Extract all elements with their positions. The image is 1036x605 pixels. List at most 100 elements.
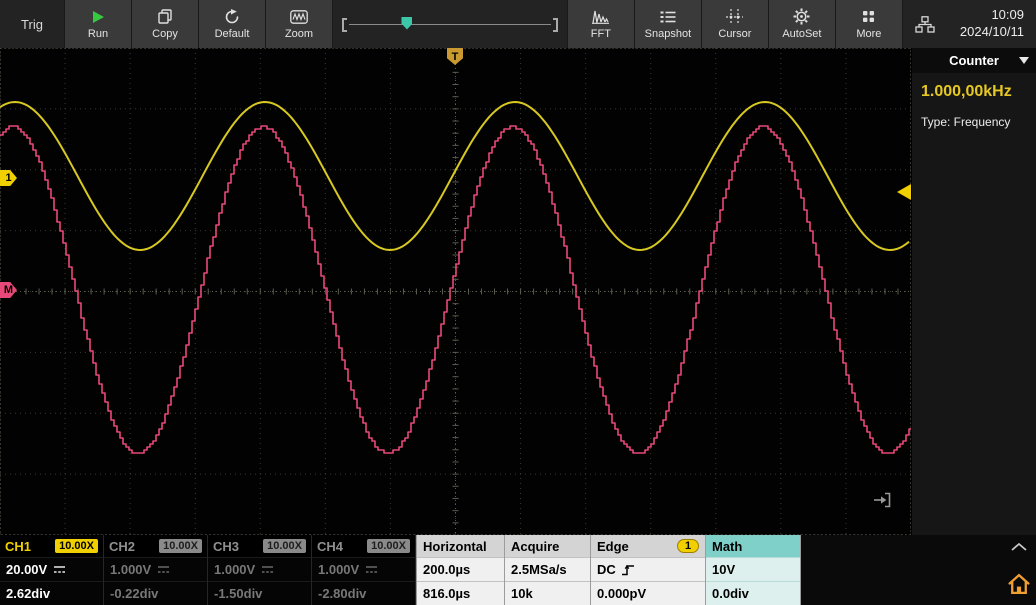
math-scale-value: 10V [706,557,800,581]
ch3-status-block[interactable]: CH3 10.00X 1.000V -1.50div [208,535,312,605]
counter-value: 1.000,00kHz [912,73,1036,101]
default-button[interactable]: Default [198,0,265,48]
autoset-gear-icon [793,8,810,25]
ch1-scale-row: 20.00V [0,557,103,581]
ch3-scale-row: 1.000V [208,557,311,581]
math-label: Math [706,535,800,557]
zoom-button[interactable]: Zoom [265,0,332,48]
ch3-offset-value: -1.50div [214,586,262,601]
trigger-type-label: Edge [597,539,629,554]
top-toolbar: Trig Run Copy Default Zoom [0,0,1036,48]
ch2-status-block[interactable]: CH2 10.00X 1.000V -0.22div [104,535,208,605]
ch3-header: CH3 10.00X [208,535,311,557]
horizontal-delay-value: 816.0µs [417,581,504,605]
status-bar: CH1 10.00X 20.00V 2.62div CH2 10.00X 1.0… [0,535,1036,605]
hpos-right-bracket [553,18,558,32]
date-text: 2024/10/11 [960,24,1024,41]
restore-default-icon [224,8,240,25]
chevron-down-icon [1019,57,1029,64]
ch1-label: CH1 [5,539,31,554]
trigger-level-value: 0.000pV [591,581,705,605]
horizontal-position-indicator[interactable] [332,0,567,48]
ch3-label: CH3 [213,539,239,554]
network-icon[interactable] [902,0,948,48]
ch4-probe-badge: 10.00X [367,539,410,553]
ch2-probe-badge: 10.00X [159,539,202,553]
ch1-probe-badge: 10.00X [55,539,98,553]
ch2-scale-value: 1.000V [110,562,151,577]
trigger-header: Edge 1 [591,535,705,557]
snapshot-list-icon [660,8,676,25]
zoom-label: Zoom [285,28,313,40]
oscilloscope-screen: Trig Run Copy Default Zoom [0,0,1036,605]
counter-header[interactable]: Counter [912,48,1036,73]
horizontal-label: Horizontal [417,535,504,557]
rising-edge-icon [621,564,635,576]
ch3-scale-value: 1.000V [214,562,255,577]
counter-panel: Counter 1.000,00kHz Type: Frequency [911,48,1036,535]
fft-label: FFT [591,28,611,40]
statusbar-corner [1002,535,1036,605]
cursor-label: Cursor [718,28,751,40]
dc-coupling-icon [157,565,170,574]
fft-button[interactable]: FFT [567,0,634,48]
math-status-block[interactable]: Math 10V 0.0div [705,535,801,605]
play-icon [92,8,105,25]
ch2-offset-row: -0.22div [104,581,207,605]
run-label: Run [88,28,108,40]
ch4-scale-row: 1.000V [312,557,415,581]
autoset-label: AutoSet [782,28,821,40]
copy-label: Copy [152,28,178,40]
ch1-scale-value: 20.00V [6,562,47,577]
timebase-value: 200.0µs [417,557,504,581]
snapshot-label: Snapshot [645,28,691,40]
trigger-position-slider[interactable] [401,17,412,30]
more-button[interactable]: More [835,0,902,48]
dc-coupling-icon [365,565,378,574]
copy-button[interactable]: Copy [131,0,198,48]
acquire-status-block[interactable]: Acquire 2.5MSa/s 10k [504,535,590,605]
ch1-header: CH1 10.00X [0,535,103,557]
more-grid-icon [861,8,876,25]
waveform-display[interactable]: T 1 M [0,48,911,535]
math-offset-value: 0.0div [706,581,800,605]
home-button[interactable] [1002,563,1036,605]
ch4-scale-value: 1.000V [318,562,359,577]
copy-icon [158,8,173,25]
trigger-source-badge: 1 [677,539,699,553]
fft-icon [592,8,609,25]
ch1-offset-value: 2.62div [6,586,50,601]
trigger-status-block[interactable]: Edge 1 DC 0.000pV [590,535,705,605]
ch4-label: CH4 [317,539,343,554]
counter-type: Type: Frequency [912,101,1036,129]
run-button[interactable]: Run [64,0,131,48]
ch1-status-block[interactable]: CH1 10.00X 20.00V 2.62div [0,535,104,605]
ch3-offset-row: -1.50div [208,581,311,605]
zoom-wave-icon [290,8,308,25]
dc-coupling-icon [53,565,66,574]
snapshot-button[interactable]: Snapshot [634,0,701,48]
cursor-button[interactable]: Cursor [701,0,768,48]
ch2-label: CH2 [109,539,135,554]
trig-status-label: Trig [0,0,64,48]
counter-title: Counter [949,53,999,68]
horizontal-status-block[interactable]: Horizontal 200.0µs 816.0µs [416,535,504,605]
ch2-header: CH2 10.00X [104,535,207,557]
trigger-coupling-value: DC [597,562,616,577]
dc-coupling-icon [261,565,274,574]
ch2-offset-value: -0.22div [110,586,158,601]
ch4-status-block[interactable]: CH4 10.00X 1.000V -2.80div [312,535,416,605]
clock: 10:09 2024/10/11 [948,0,1036,48]
statusbar-spacer [801,535,1002,605]
ch4-offset-row: -2.80div [312,581,415,605]
hpos-track [349,24,551,25]
waveform-canvas [0,48,911,535]
ch2-scale-row: 1.000V [104,557,207,581]
force-trigger-icon[interactable] [873,492,891,513]
ch4-offset-value: -2.80div [318,586,366,601]
ch3-probe-badge: 10.00X [263,539,306,553]
more-label: More [856,28,881,40]
collapse-panel-button[interactable] [1002,535,1036,559]
hpos-left-bracket [342,18,347,32]
autoset-button[interactable]: AutoSet [768,0,835,48]
